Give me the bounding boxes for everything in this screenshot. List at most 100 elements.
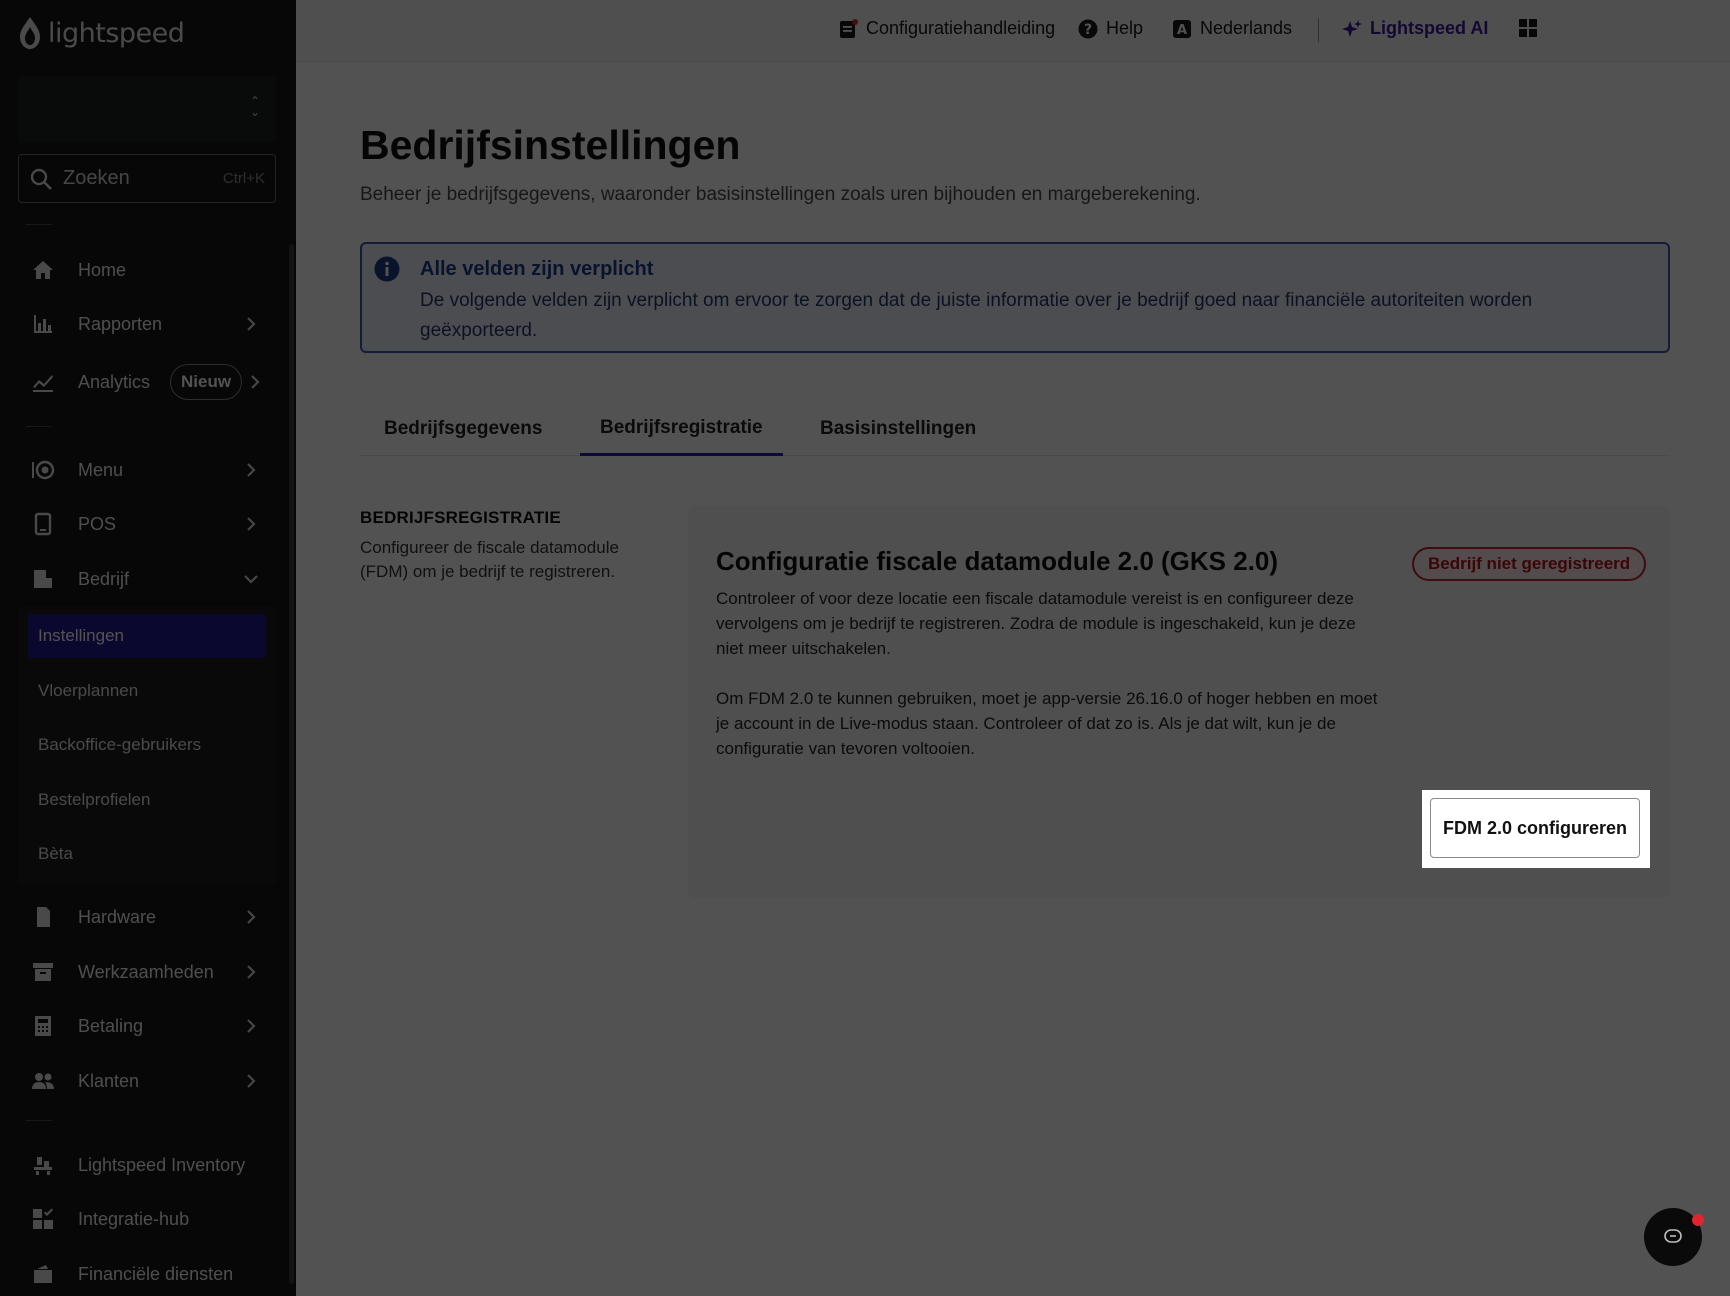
sidebar-item-betaling[interactable]: Betaling bbox=[18, 1002, 276, 1050]
flame-logo-icon bbox=[20, 17, 40, 49]
svg-text:?: ? bbox=[1084, 22, 1092, 38]
search-icon bbox=[30, 168, 52, 190]
submenu-item-bestelprofielen[interactable]: Bestelprofielen bbox=[28, 778, 266, 822]
card-paragraph-2: Om FDM 2.0 te kunnen gebruiken, moet je … bbox=[716, 689, 1378, 758]
setup-guide-link[interactable]: Configuratiehandleiding bbox=[838, 18, 1055, 39]
chevron-right-icon bbox=[247, 317, 256, 331]
lightspeed-ai-link[interactable]: Lightspeed AI bbox=[1342, 18, 1488, 39]
sidebar-item-werkzaamheden[interactable]: Werkzaamheden bbox=[18, 948, 276, 996]
page-subtitle: Beheer je bedrijfsgegevens, waaronder ba… bbox=[360, 184, 1201, 205]
sidebar-scrollbar[interactable] bbox=[289, 244, 294, 1284]
tab-basisinstellingen[interactable]: Basisinstellingen bbox=[800, 402, 996, 456]
submenu-item-instellingen[interactable]: Instellingen bbox=[28, 614, 266, 658]
people-icon bbox=[30, 1068, 56, 1094]
sidebar-divider bbox=[26, 426, 52, 427]
bar-chart-icon bbox=[30, 311, 56, 337]
chevron-right-icon bbox=[247, 463, 256, 477]
wallet-icon bbox=[30, 1261, 56, 1287]
submenu-item-backoffice-gebruikers[interactable]: Backoffice-gebruikers bbox=[28, 723, 266, 767]
calculator-icon bbox=[30, 1013, 56, 1039]
sidebar-divider bbox=[26, 224, 52, 225]
chevron-right-icon bbox=[247, 1019, 256, 1033]
sidebar-item-menu[interactable]: Menu bbox=[18, 446, 276, 494]
sidebar-item-label: Werkzaamheden bbox=[78, 961, 214, 982]
logo-text: lightspeed bbox=[48, 17, 185, 49]
submenu-item-beta[interactable]: Bèta bbox=[28, 832, 266, 876]
tab-bedrijfsgegevens[interactable]: Bedrijfsgegevens bbox=[364, 402, 562, 456]
sidebar-item-home[interactable]: Home bbox=[18, 246, 276, 294]
line-chart-icon bbox=[30, 369, 56, 395]
sidebar-item-label: POS bbox=[78, 513, 117, 534]
sidebar-item-label: Betaling bbox=[78, 1015, 144, 1036]
lightspeed-ai-label: Lightspeed AI bbox=[1370, 18, 1489, 38]
archive-icon bbox=[30, 959, 56, 985]
card-paragraph-1: Controleer of voor deze locatie een fisc… bbox=[716, 589, 1356, 658]
info-icon bbox=[374, 256, 400, 282]
sidebar-item-klanten[interactable]: Klanten bbox=[18, 1057, 276, 1105]
inventory-icon bbox=[30, 1152, 56, 1178]
submenu-item-vloerplannen[interactable]: Vloerplannen bbox=[28, 669, 266, 713]
notification-dot bbox=[1692, 1214, 1704, 1226]
search-input[interactable] bbox=[63, 167, 203, 190]
new-badge: Nieuw bbox=[170, 364, 243, 400]
card-title: Configuratie fiscale datamodule 2.0 (GKS… bbox=[716, 546, 1279, 576]
search-shortcut: Ctrl+K bbox=[222, 170, 265, 187]
top-bar: Configuratiehandleiding ? Help A Nederla… bbox=[296, 0, 1730, 62]
tablet-icon bbox=[30, 511, 56, 537]
svg-text:A: A bbox=[1177, 23, 1187, 38]
business-icon bbox=[30, 566, 56, 592]
chevron-right-icon bbox=[251, 375, 260, 389]
main-content: Bedrijfsinstellingen Beheer je bedrijfsg… bbox=[296, 62, 1730, 1296]
sidebar-item-bedrijf[interactable]: Bedrijf bbox=[18, 555, 276, 603]
sidebar-item-financiele-diensten[interactable]: Financiële diensten bbox=[18, 1250, 276, 1296]
home-icon bbox=[30, 257, 56, 283]
chat-icon bbox=[1664, 1229, 1682, 1243]
help-label: Help bbox=[1106, 18, 1144, 38]
sidebar-divider bbox=[26, 1120, 52, 1121]
sidebar-item-label: Lightspeed Inventory bbox=[78, 1154, 246, 1175]
info-banner: Alle velden zijn verplicht De volgende v… bbox=[360, 242, 1670, 353]
sidebar-item-label: Home bbox=[78, 259, 127, 280]
info-text: De volgende velden zijn verplicht om erv… bbox=[420, 290, 1533, 341]
sidebar-item-lightspeed-inventory[interactable]: Lightspeed Inventory bbox=[18, 1141, 276, 1189]
chevron-down-icon bbox=[244, 575, 258, 584]
configure-fdm-button[interactable]: FDM 2.0 configureren bbox=[1430, 798, 1640, 858]
language-selector[interactable]: A Nederlands bbox=[1172, 18, 1292, 39]
sidebar-item-label: Hardware bbox=[78, 906, 157, 927]
lightspeed-logo[interactable]: lightspeed bbox=[18, 16, 185, 50]
location-picker[interactable]: ⌃ ⌄ bbox=[18, 76, 276, 142]
sidebar-item-hardware[interactable]: Hardware bbox=[18, 893, 276, 941]
guide-clipboard-icon bbox=[840, 18, 858, 38]
app-grid-button[interactable] bbox=[1518, 18, 1538, 38]
chevron-right-icon bbox=[247, 910, 256, 924]
section-title: BEDRIJFSREGISTRATIE bbox=[360, 508, 561, 527]
bedrijf-submenu: Instellingen Vloerplannen Backoffice-geb… bbox=[18, 606, 276, 884]
page-title: Bedrijfsinstellingen bbox=[360, 122, 741, 168]
search-box[interactable]: Ctrl+K bbox=[18, 154, 276, 203]
sidebar-item-label: Analytics bbox=[78, 371, 151, 392]
tab-bedrijfsregistratie[interactable]: Bedrijfsregistratie bbox=[580, 402, 783, 456]
info-title: Alle velden zijn verplicht bbox=[420, 258, 654, 280]
highlight-frame: FDM 2.0 configureren bbox=[1422, 790, 1650, 868]
sidebar-item-rapporten[interactable]: Rapporten bbox=[18, 300, 276, 348]
status-badge: Bedrijf niet geregistreerd bbox=[1412, 547, 1647, 581]
sidebar-item-integratie-hub[interactable]: Integratie-hub bbox=[18, 1195, 276, 1243]
sidebar-item-pos[interactable]: POS bbox=[18, 500, 276, 548]
sidebar-item-label: Klanten bbox=[78, 1070, 140, 1091]
sidebar-item-analytics[interactable]: Analytics Nieuw bbox=[18, 358, 276, 406]
language-label: Nederlands bbox=[1200, 18, 1293, 38]
chevron-right-icon bbox=[247, 517, 256, 531]
settings-tabs: Bedrijfsgegevens Bedrijfsregistratie Bas… bbox=[360, 402, 1670, 456]
setup-guide-label: Configuratiehandleiding bbox=[866, 18, 1056, 38]
section-description: Configureer de fiscale datamodule (FDM) … bbox=[360, 538, 619, 581]
help-link[interactable]: ? Help bbox=[1078, 18, 1143, 39]
translate-icon: A bbox=[1173, 19, 1191, 38]
integration-icon bbox=[30, 1206, 56, 1232]
topbar-separator bbox=[1318, 18, 1319, 42]
sidebar-item-label: Financiële diensten bbox=[78, 1263, 234, 1284]
sidebar-item-label: Integratie-hub bbox=[78, 1208, 190, 1229]
hardware-icon bbox=[30, 904, 56, 930]
sidebar-item-label: Menu bbox=[78, 459, 124, 480]
sidebar-item-label: Rapporten bbox=[78, 313, 163, 334]
chevron-up-down-icon: ⌃ ⌄ bbox=[249, 94, 260, 119]
